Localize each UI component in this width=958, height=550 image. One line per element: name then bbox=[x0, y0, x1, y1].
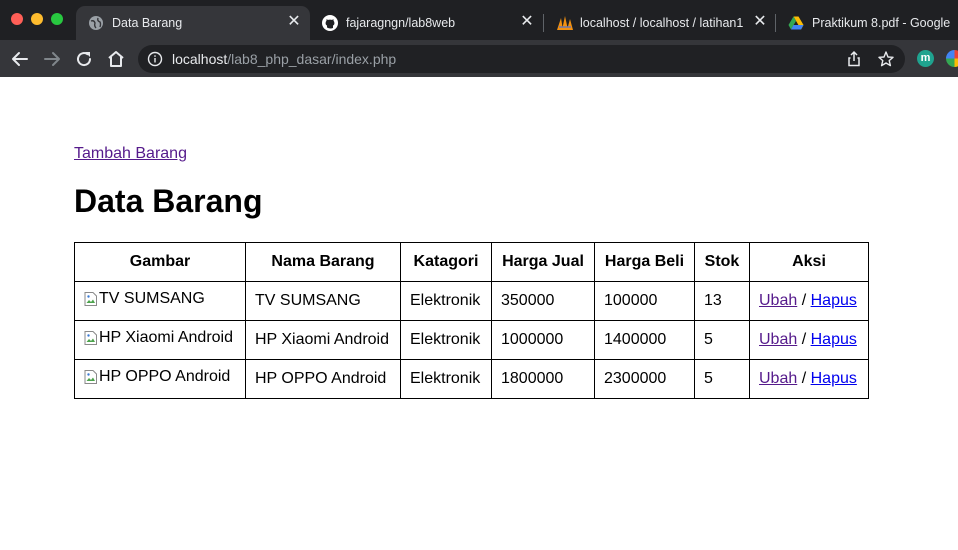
sell-price-cell: 1000000 bbox=[491, 320, 595, 360]
column-header: Harga Beli bbox=[594, 242, 695, 282]
tab-title: Praktikum 8.pdf - Google bbox=[812, 16, 951, 30]
broken-image: TV SUMSANG bbox=[84, 290, 205, 308]
forward-arrow-icon[interactable] bbox=[40, 47, 64, 71]
category-cell: Elektronik bbox=[400, 320, 492, 360]
actions-cell: Ubah / Hapus bbox=[749, 359, 869, 399]
reload-icon[interactable] bbox=[72, 47, 96, 71]
buy-price-cell: 100000 bbox=[594, 281, 695, 321]
action-separator: / bbox=[801, 331, 807, 348]
broken-image-icon bbox=[84, 330, 98, 346]
image-alt-text: TV SUMSANG bbox=[99, 290, 205, 307]
url-path: /lab8_php_dasar/index.php bbox=[227, 51, 397, 67]
address-url[interactable]: localhost/lab8_php_dasar/index.php bbox=[172, 51, 396, 67]
broken-image: HP OPPO Android bbox=[84, 368, 230, 386]
sell-price-cell: 1800000 bbox=[491, 359, 595, 399]
image-cell: HP Xiaomi Android bbox=[74, 320, 246, 360]
share-icon[interactable] bbox=[845, 50, 863, 68]
action-separator: / bbox=[801, 292, 807, 309]
add-item-link[interactable]: Tambah Barang bbox=[74, 144, 187, 163]
buy-price-cell: 1400000 bbox=[594, 320, 695, 360]
page-content: Tambah Barang Data Barang Gambar Nama Ba… bbox=[0, 77, 958, 550]
tab-title: localhost / localhost / latihan1 bbox=[580, 16, 744, 30]
extension-color-icon[interactable] bbox=[946, 50, 958, 67]
close-tab-icon[interactable]: ✕ bbox=[519, 14, 535, 30]
tab-google-drive[interactable]: Praktikum 8.pdf - Google bbox=[776, 6, 958, 40]
stock-cell: 13 bbox=[694, 281, 750, 321]
name-cell: HP Xiaomi Android bbox=[245, 320, 401, 360]
image-alt-text: HP Xiaomi Android bbox=[99, 329, 233, 346]
broken-image-icon bbox=[84, 291, 98, 307]
image-cell: HP OPPO Android bbox=[74, 359, 246, 399]
tab-title: Data Barang bbox=[112, 16, 183, 30]
buy-price-cell: 2300000 bbox=[594, 359, 695, 399]
tab-phpmyadmin[interactable]: localhost / localhost / latihan1 ✕ bbox=[544, 6, 775, 40]
category-cell: Elektronik bbox=[400, 359, 492, 399]
github-icon bbox=[322, 15, 338, 31]
site-info-icon[interactable] bbox=[147, 51, 163, 67]
edit-link[interactable]: Ubah bbox=[759, 370, 797, 387]
home-icon[interactable] bbox=[104, 47, 128, 71]
actions-cell: Ubah / Hapus bbox=[749, 281, 869, 321]
table-header-row: Gambar Nama Barang Katagori Harga Jual H… bbox=[74, 242, 869, 282]
table-row: TV SUMSANG TV SUMSANG Elektronik 350000 … bbox=[74, 281, 869, 321]
stock-cell: 5 bbox=[694, 359, 750, 399]
close-tab-icon[interactable]: ✕ bbox=[752, 14, 768, 30]
column-header: Harga Jual bbox=[491, 242, 595, 282]
back-arrow-icon[interactable] bbox=[8, 47, 32, 71]
window-minimize-button[interactable] bbox=[31, 13, 43, 25]
page-title: Data Barang bbox=[74, 183, 263, 219]
column-header: Nama Barang bbox=[245, 242, 401, 282]
address-bar[interactable]: localhost/lab8_php_dasar/index.php bbox=[138, 45, 905, 73]
name-cell: HP OPPO Android bbox=[245, 359, 401, 399]
image-alt-text: HP OPPO Android bbox=[99, 368, 231, 385]
name-cell: TV SUMSANG bbox=[245, 281, 401, 321]
url-host: localhost bbox=[172, 51, 228, 67]
items-table: Gambar Nama Barang Katagori Harga Jual H… bbox=[74, 242, 869, 399]
browser-toolbar: localhost/lab8_php_dasar/index.php m bbox=[0, 40, 958, 77]
tab-github[interactable]: fajaragngn/lab8web ✕ bbox=[310, 6, 544, 40]
column-header: Stok bbox=[694, 242, 750, 282]
actions-cell: Ubah / Hapus bbox=[749, 320, 869, 360]
phpmyadmin-icon bbox=[556, 15, 573, 31]
edit-link[interactable]: Ubah bbox=[759, 292, 797, 309]
google-drive-icon bbox=[788, 15, 804, 31]
table-row: HP Xiaomi Android HP Xiaomi Android Elek… bbox=[74, 320, 869, 360]
delete-link[interactable]: Hapus bbox=[811, 370, 857, 387]
action-separator: / bbox=[801, 370, 807, 387]
tab-data-barang[interactable]: Data Barang ✕ bbox=[76, 6, 310, 40]
bookmark-star-icon[interactable] bbox=[877, 50, 895, 68]
globe-icon bbox=[88, 15, 104, 31]
extension-m-icon[interactable]: m bbox=[917, 50, 934, 67]
tab-title: fajaragngn/lab8web bbox=[346, 16, 456, 30]
delete-link[interactable]: Hapus bbox=[811, 331, 857, 348]
delete-link[interactable]: Hapus bbox=[811, 292, 857, 309]
column-header: Aksi bbox=[749, 242, 869, 282]
window-zoom-button[interactable] bbox=[51, 13, 63, 25]
sell-price-cell: 350000 bbox=[491, 281, 595, 321]
image-cell: TV SUMSANG bbox=[74, 281, 246, 321]
broken-image: HP Xiaomi Android bbox=[84, 329, 233, 347]
category-cell: Elektronik bbox=[400, 281, 492, 321]
table-row: HP OPPO Android HP OPPO Android Elektron… bbox=[74, 359, 869, 399]
broken-image-icon bbox=[84, 369, 98, 385]
stock-cell: 5 bbox=[694, 320, 750, 360]
browser-tab-bar: Data Barang ✕ fajaragngn/lab8web ✕ local… bbox=[0, 0, 958, 40]
column-header: Katagori bbox=[400, 242, 492, 282]
window-close-button[interactable] bbox=[11, 13, 23, 25]
close-tab-icon[interactable]: ✕ bbox=[286, 14, 302, 30]
edit-link[interactable]: Ubah bbox=[759, 331, 797, 348]
column-header: Gambar bbox=[74, 242, 246, 282]
